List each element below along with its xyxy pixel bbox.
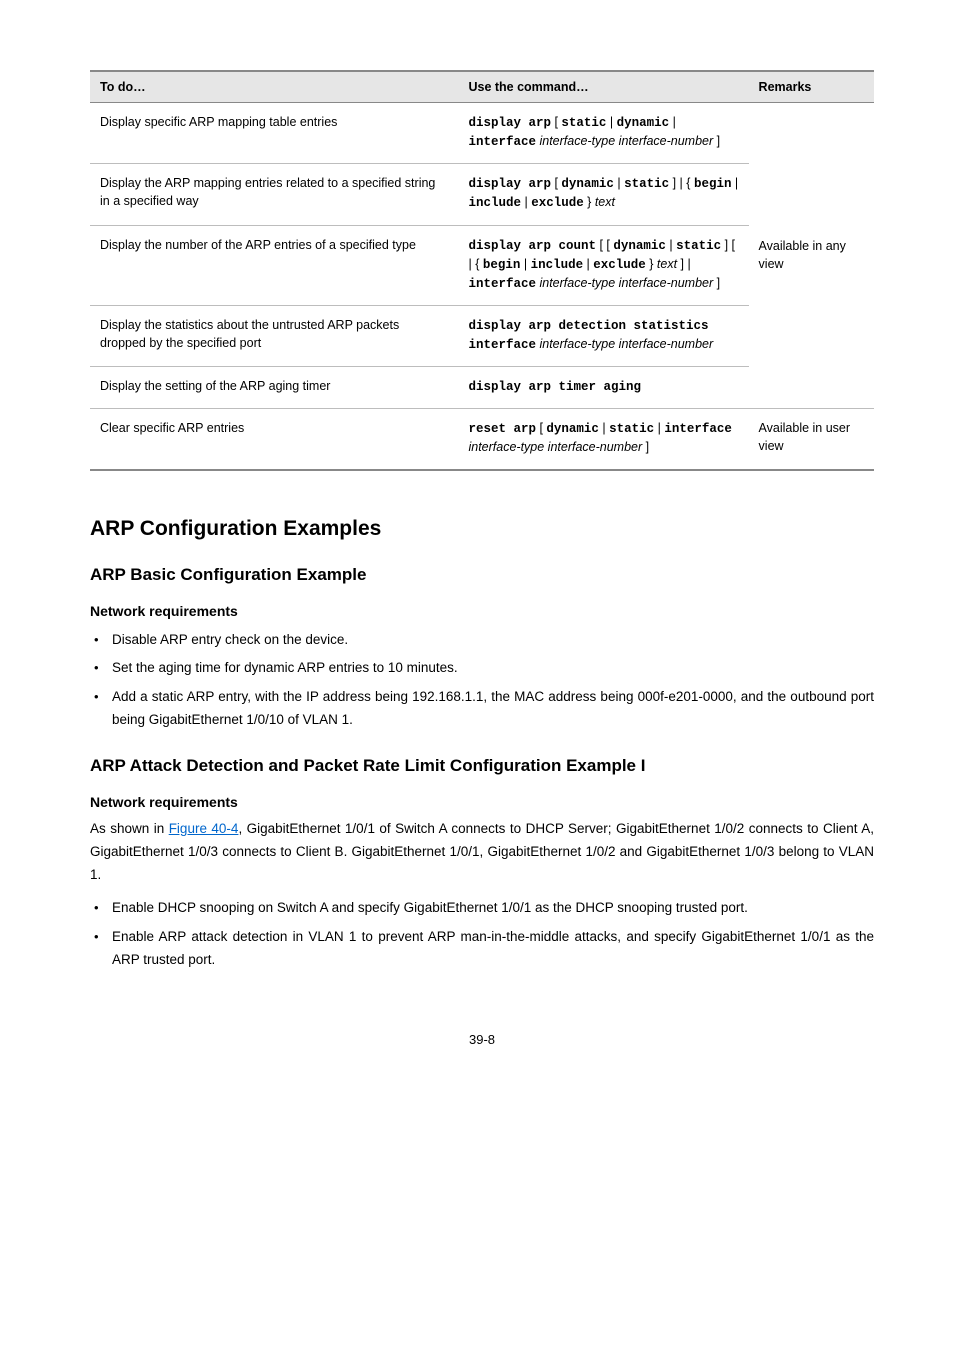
subsection-heading: ARP Basic Configuration Example bbox=[90, 565, 874, 585]
command-table: To do… Use the command… Remarks Display … bbox=[90, 70, 874, 471]
cell-to: Display the number of the ARP entries of… bbox=[90, 225, 458, 305]
cell-remark-merged: Available in any view bbox=[749, 103, 874, 409]
requirements-list: Disable ARP entry check on the device. S… bbox=[90, 629, 874, 733]
subsection-heading-2: ARP Attack Detection and Packet Rate Lim… bbox=[90, 756, 874, 776]
list-item: Add a static ARP entry, with the IP addr… bbox=[112, 686, 874, 732]
list-item: Enable DHCP snooping on Switch A and spe… bbox=[112, 897, 874, 920]
cell-cmd: display arp count [ [ dynamic | static ]… bbox=[458, 225, 748, 305]
cell-remark: Available in user view bbox=[749, 409, 874, 470]
cell-to: Display specific ARP mapping table entri… bbox=[90, 103, 458, 164]
requirements-list-2: Enable DHCP snooping on Switch A and spe… bbox=[90, 897, 874, 972]
subsub-heading: Network requirements bbox=[90, 603, 874, 619]
page-number: 39-8 bbox=[90, 1032, 874, 1047]
list-item: Enable ARP attack detection in VLAN 1 to… bbox=[112, 926, 874, 972]
cell-to: Display the ARP mapping entries related … bbox=[90, 164, 458, 225]
cell-cmd: display arp detection statistics interfa… bbox=[458, 305, 748, 366]
th-to: To do… bbox=[90, 71, 458, 103]
cell-to: Clear specific ARP entries bbox=[90, 409, 458, 470]
body-paragraph: As shown in Figure 40-4, GigabitEthernet… bbox=[90, 818, 874, 887]
th-cmd: Use the command… bbox=[458, 71, 748, 103]
list-item: Set the aging time for dynamic ARP entri… bbox=[112, 657, 874, 680]
th-rem: Remarks bbox=[749, 71, 874, 103]
figure-link[interactable]: Figure 40-4 bbox=[169, 821, 239, 836]
list-item: Disable ARP entry check on the device. bbox=[112, 629, 874, 652]
cell-cmd: display arp [ dynamic | static ] | { beg… bbox=[458, 164, 748, 225]
table-row: Display specific ARP mapping table entri… bbox=[90, 103, 874, 164]
cell-to: Display the setting of the ARP aging tim… bbox=[90, 367, 458, 409]
subsub-heading-2: Network requirements bbox=[90, 794, 874, 810]
cell-cmd: reset arp [ dynamic | static | interface… bbox=[458, 409, 748, 470]
table-row: Clear specific ARP entries reset arp [ d… bbox=[90, 409, 874, 470]
section-heading: ARP Configuration Examples bbox=[90, 517, 874, 541]
cell-cmd: display arp [ static | dynamic | interfa… bbox=[458, 103, 748, 164]
cell-cmd: display arp timer aging bbox=[458, 367, 748, 409]
cell-to: Display the statistics about the untrust… bbox=[90, 305, 458, 366]
